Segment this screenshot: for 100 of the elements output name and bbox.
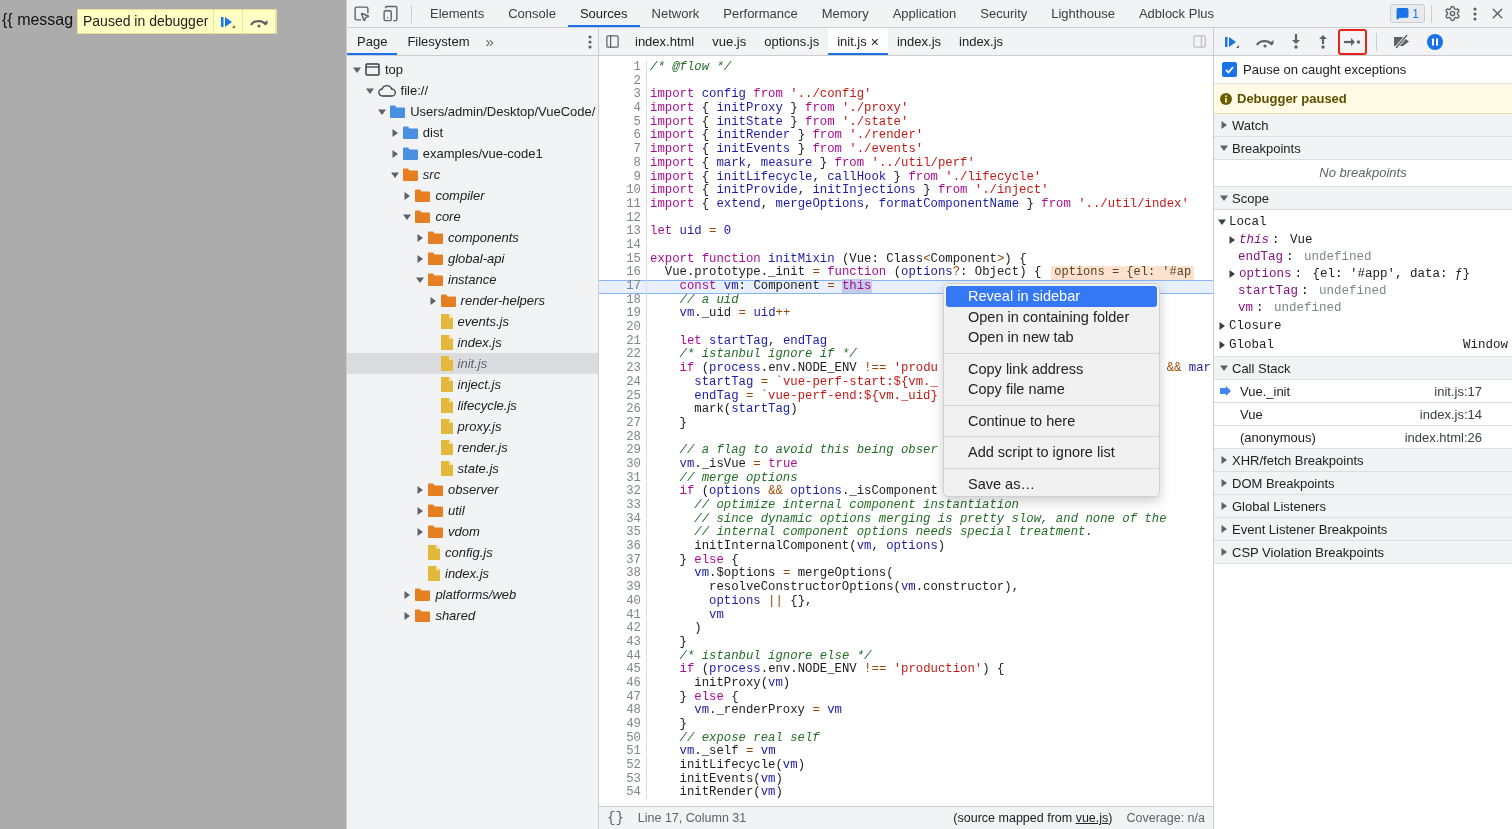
expand-arrow-icon[interactable] [1218,340,1226,349]
expand-arrow-icon[interactable] [403,191,412,200]
panel-tab[interactable]: Performance [711,0,810,27]
panel-tab[interactable]: Network [639,0,712,27]
tree-item[interactable]: render-helpers [347,290,598,311]
file-tab[interactable]: vue.js [703,28,756,55]
step-button[interactable] [1338,28,1367,55]
expand-arrow-icon[interactable] [1218,321,1226,330]
scope-variable[interactable]: this : Vue [1218,231,1512,248]
more-tabs-button[interactable]: » [479,33,500,50]
expand-arrow-icon[interactable] [390,170,399,179]
expand-arrow-icon[interactable] [416,485,424,494]
expand-arrow-icon[interactable] [1220,144,1228,152]
scope-variable[interactable]: endTag : undefined [1218,248,1512,265]
tree-item[interactable]: render.js [347,437,598,458]
section-header[interactable]: Event Listener Breakpoints [1214,518,1512,541]
expand-arrow-icon[interactable] [1220,479,1228,487]
tree-item[interactable]: events.js [347,311,598,332]
tree-item[interactable]: examples/vue-code1 [347,143,598,164]
section-header[interactable]: XHR/fetch Breakpoints [1214,449,1512,472]
section-header[interactable]: DOM Breakpoints [1214,472,1512,495]
section-header[interactable]: Breakpoints [1214,137,1512,160]
expand-arrow-icon[interactable] [1220,121,1228,129]
tree-item[interactable]: observer [347,479,598,500]
messages-badge[interactable]: 1 [1390,4,1425,23]
navigator-tab[interactable]: Filesystem [397,28,480,55]
menu-item[interactable]: Copy file name [946,379,1157,400]
section-header[interactable]: CSP Violation Breakpoints [1214,541,1512,564]
tree-item[interactable]: dist [347,122,598,143]
section-header[interactable]: Global Listeners [1214,495,1512,518]
tree-item[interactable]: core [347,206,598,227]
tree-item[interactable]: state.js [347,458,598,479]
tree-item[interactable]: compiler [347,185,598,206]
tree-item[interactable]: instance [347,269,598,290]
tree-item[interactable]: src [347,164,598,185]
tree-item[interactable]: config.js [347,542,598,563]
tree-item[interactable]: file:// [347,80,598,101]
scope-variable[interactable]: options : {el: '#app', data: ƒ} [1218,265,1512,282]
expand-arrow-icon[interactable] [1220,502,1228,510]
tree-item[interactable]: index.js [347,563,598,584]
panel-tab[interactable]: Security [968,0,1040,27]
tree-item[interactable]: inject.js [347,374,598,395]
call-frame[interactable]: Vue index.js:14 [1214,403,1512,426]
expand-arrow-icon[interactable] [353,65,361,74]
tree-item[interactable]: global-api [347,248,598,269]
tree-item[interactable]: util [347,500,598,521]
scope-item[interactable]: Local [1218,212,1512,231]
menu-item[interactable]: Continue to here [946,410,1157,431]
tree-item[interactable]: vdom [347,521,598,542]
menu-item[interactable]: Reveal in sidebar [946,286,1157,307]
section-header[interactable]: Watch [1214,114,1512,137]
tree-item[interactable]: index.js [347,332,598,353]
file-tab[interactable]: index.js [950,28,1013,55]
expand-arrow-icon[interactable] [1220,548,1228,556]
expand-arrow-icon[interactable] [378,107,387,116]
expand-arrow-icon[interactable] [1220,364,1228,372]
expand-arrow-icon[interactable] [428,296,437,305]
panel-tab[interactable]: Lighthouse [1039,0,1127,27]
expand-arrow-icon[interactable] [416,233,424,242]
scope-item[interactable]: Global Window [1218,335,1512,354]
expand-arrow-icon[interactable] [1220,525,1228,533]
expand-arrow-icon[interactable] [1228,269,1236,278]
menu-item[interactable]: Save as… [946,473,1157,494]
panel-tab[interactable]: Console [496,0,568,27]
expand-arrow-icon[interactable] [403,611,412,620]
expand-arrow-icon[interactable] [390,128,399,137]
scope-variable[interactable]: vm : undefined [1218,299,1512,316]
expand-arrow-icon[interactable] [1220,194,1228,202]
pretty-print-button[interactable]: {} [607,810,624,826]
expand-arrow-icon[interactable] [1220,456,1228,464]
tree-item[interactable]: components [347,227,598,248]
section-header[interactable]: Scope [1214,187,1512,210]
tree-item[interactable]: init.js [347,353,598,374]
menu-item[interactable]: Open in containing folder [946,306,1157,327]
scope-variable[interactable]: startTag : undefined [1218,282,1512,299]
file-tab[interactable]: options.js [755,28,829,55]
file-tab[interactable]: index.html [626,28,704,55]
menu-item[interactable]: Open in new tab [946,327,1157,348]
expand-arrow-icon[interactable] [365,86,374,95]
expand-arrow-icon[interactable] [416,506,424,515]
tree-item[interactable]: Users/admin/Desktop/VueCode/ [347,101,598,122]
file-tab[interactable]: init.js × [828,28,888,55]
tree-item[interactable]: platforms/web [347,584,598,605]
tree-item[interactable]: lifecycle.js [347,395,598,416]
expand-arrow-icon[interactable] [403,590,412,599]
navigator-tab[interactable]: Page [347,28,398,55]
tree-item[interactable]: top [347,59,598,80]
panel-tab[interactable]: Memory [809,0,881,27]
call-frame[interactable]: Vue._init init.js:17 [1214,380,1512,403]
expand-arrow-icon[interactable] [416,254,424,263]
panel-tab[interactable]: Sources [567,0,640,27]
expand-arrow-icon[interactable] [416,275,424,284]
panel-tab[interactable]: Adblock Plus [1126,0,1227,27]
file-tab[interactable]: index.js [887,28,951,55]
expand-arrow-icon[interactable] [403,212,412,221]
expand-arrow-icon[interactable] [416,527,424,536]
panel-tab[interactable]: Application [880,0,969,27]
source-link[interactable]: vue.js [1075,811,1109,825]
menu-item[interactable]: Add script to ignore list [946,442,1157,463]
menu-item[interactable]: Copy link address [946,358,1157,379]
